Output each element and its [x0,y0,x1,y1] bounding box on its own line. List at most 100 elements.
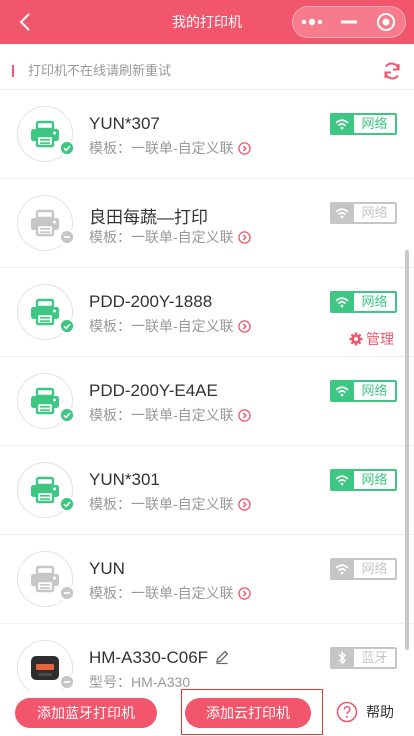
question-icon [336,701,358,723]
status-online-icon [59,496,75,512]
chevron-right-circle-icon [237,408,251,422]
printer-name: YUN [89,559,125,579]
chevron-right-circle-icon [237,141,251,155]
printer-list: YUN*307 模板： 一联单-自定义联 网络 良田每蔬—打印 模板： 一联单-自定义联 网络… [0,90,414,690]
printer-icon [29,565,61,593]
template-value: 一联单-自定义联 [131,585,234,601]
printer-template[interactable]: 模板： 一联单-自定义联 [89,138,251,158]
chevron-right-circle-icon [237,586,251,600]
connection-badge: 网络 [330,113,397,135]
scrollbar[interactable] [405,250,409,650]
template-label: 模板： [89,229,131,245]
printer-row[interactable]: YUN*307 模板： 一联单-自定义联 网络 [0,90,414,179]
add-bluetooth-printer-button[interactable]: 添加蓝牙打印机 [15,698,157,728]
connection-badge: 蓝牙 [330,647,397,669]
close-miniprogram-button[interactable] [368,7,405,37]
printer-name: PDD-200Y-E4AE [89,381,218,401]
template-label: 模板： [89,318,131,334]
printer-name-text: YUN*301 [89,470,160,489]
bottom-bar: 添加蓝牙打印机 添加云打印机 帮助 [0,689,414,736]
mini-program-capsule [292,6,406,38]
printer-name-text: 良田每蔬—打印 [89,208,208,227]
wifi-icon [330,380,354,402]
edit-icon[interactable] [214,649,230,665]
wifi-icon [330,113,354,135]
printer-row[interactable]: YUN*301 模板： 一联单-自定义联 网络 [0,446,414,535]
printer-icon [29,209,61,237]
printer-name: HM-A330-C06F [89,648,230,668]
connection-badge: 网络 [330,469,397,491]
wifi-icon [330,202,354,224]
status-online-icon [59,318,75,334]
template-label: 模板： [89,140,131,156]
help-label: 帮助 [366,704,394,720]
chevron-right-circle-icon [237,319,251,333]
status-online-icon [59,140,75,156]
status-offline-icon [59,585,75,601]
template-label: 模板： [89,407,131,423]
more-dots-icon [301,18,322,26]
connection-badge: 网络 [330,380,397,402]
connection-type: 网络 [354,293,395,311]
add-cloud-printer-button[interactable]: 添加云打印机 [185,698,311,728]
printer-template[interactable]: 模板： 一联单-自定义联 [89,405,251,425]
wifi-icon [330,558,354,580]
printer-template[interactable]: 模板： 一联单-自定义联 [89,583,251,603]
printer-template[interactable]: 模板： 一联单-自定义联 [89,227,251,247]
printer-row[interactable]: YUN 模板： 一联单-自定义联 网络 [0,535,414,624]
printer-icon [29,653,61,683]
more-button[interactable] [293,7,330,37]
refresh-icon [384,62,400,80]
template-value: 一联单-自定义联 [131,140,234,156]
printer-name-text: YUN*307 [89,114,160,133]
printer-name-text: YUN [89,559,125,578]
printer-row[interactable]: PDD-200Y-1888 模板： 一联单-自定义联 网络管理 [0,268,414,357]
printer-row[interactable]: PDD-200Y-E4AE 模板： 一联单-自定义联 网络 [0,357,414,446]
template-value: 一联单-自定义联 [131,496,234,512]
gear-icon [349,332,366,346]
printer-template[interactable]: 型号： HM-A330 [89,672,190,690]
minimize-button[interactable] [330,7,367,37]
chevron-right-circle-icon [237,230,251,244]
template-label: 模板： [89,496,131,512]
printer-name-text: PDD-200Y-1888 [89,292,213,311]
nav-bar: 我的打印机 [0,0,414,44]
printer-icon [29,387,61,415]
status-online-icon [59,407,75,423]
connection-type: 网络 [354,204,395,222]
offline-notice: 打印机不在线请刷新重试 [0,52,414,90]
printer-template[interactable]: 模板： 一联单-自定义联 [89,316,251,336]
manage-button[interactable]: 管理 [349,329,394,349]
connection-badge: 网络 [330,558,397,580]
minus-icon [340,20,357,24]
printer-name: 良田每蔬—打印 [89,203,208,228]
target-close-icon [377,13,396,31]
printer-name: YUN*307 [89,114,160,134]
connection-badge: 网络 [330,202,397,224]
template-value: 一联单-自定义联 [131,407,234,423]
printer-name: PDD-200Y-1888 [89,292,212,312]
connection-type: 网络 [354,560,395,578]
connection-type: 网络 [354,471,395,489]
status-offline-icon [59,674,75,690]
connection-type: 网络 [354,115,395,133]
bluetooth-icon [330,647,354,669]
connection-type: 蓝牙 [354,649,395,667]
connection-badge: 网络 [330,291,397,313]
template-value: HM-A330 [131,674,191,690]
printer-name-text: HM-A330-C06F [89,648,209,667]
printer-row[interactable]: HM-A330-C06F 型号： HM-A330 蓝牙 [0,624,414,690]
status-offline-icon [59,229,75,245]
printer-template[interactable]: 模板： 一联单-自定义联 [89,494,251,514]
refresh-button[interactable] [382,61,402,81]
printer-icon [29,298,61,326]
printer-icon [29,476,61,504]
chevron-right-circle-icon [237,497,251,511]
notice-accent-bar [12,65,14,77]
connection-type: 网络 [354,382,395,400]
printer-icon [29,120,61,148]
help-button[interactable]: 帮助 [336,701,394,723]
printer-row[interactable]: 良田每蔬—打印 模板： 一联单-自定义联 网络 [0,179,414,268]
template-value: 一联单-自定义联 [131,318,234,334]
template-label: 模板： [89,585,131,601]
